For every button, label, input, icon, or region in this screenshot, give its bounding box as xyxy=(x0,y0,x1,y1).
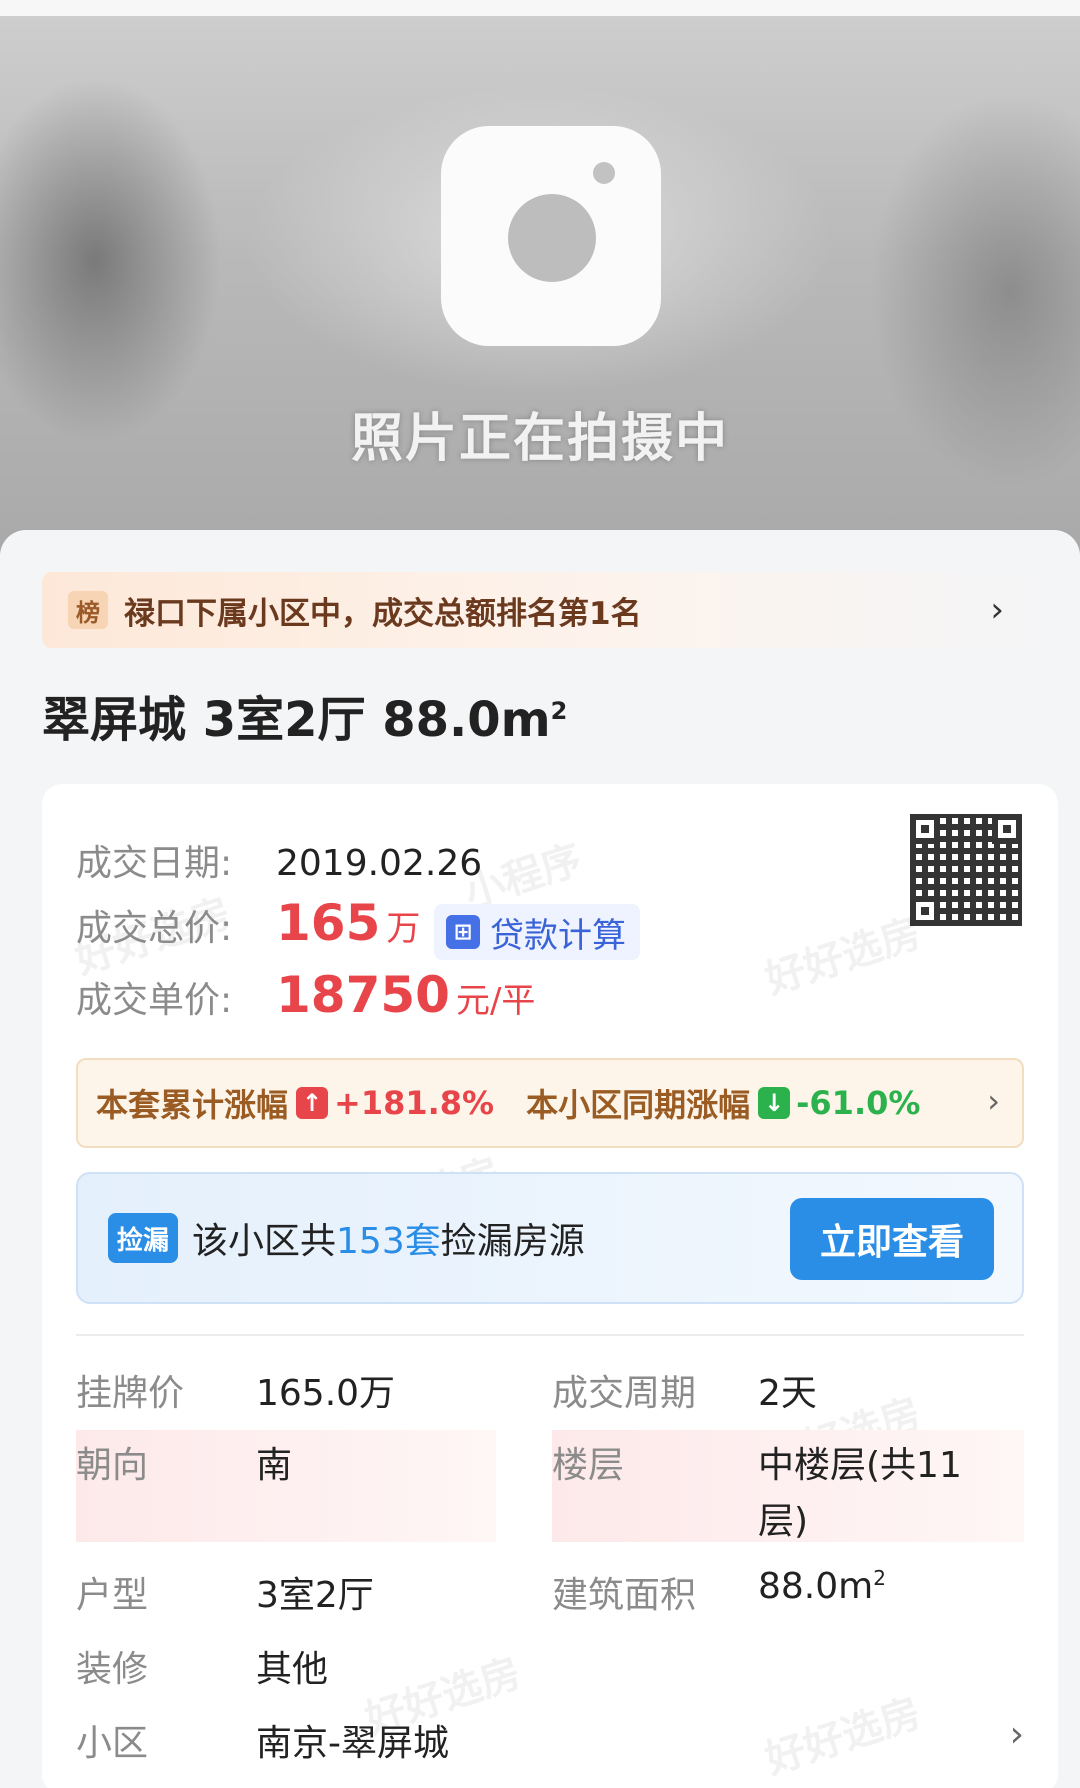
deal-total-unit: 万 xyxy=(386,909,421,949)
deal-info-card: 好好选房 小程序 好好选房 好好选房 好好选房 好好选房 好好选房 成交日期: … xyxy=(42,784,1058,1788)
watermark: 好好选房 xyxy=(760,910,927,1004)
bargain-listings-banner: 捡漏 该小区共153套捡漏房源 立即查看 xyxy=(76,1172,1024,1304)
qr-finder xyxy=(992,814,1022,844)
camera-flash-dot xyxy=(593,162,615,184)
deal-unit-value: 18750 xyxy=(276,966,450,1024)
chevron-right-icon: › xyxy=(987,1082,1000,1120)
bargain-count: 153套 xyxy=(336,1221,441,1262)
deal-total-label: 成交总价: xyxy=(76,908,233,949)
orientation-value: 南 xyxy=(256,1445,293,1486)
listing-price-label: 挂牌价 xyxy=(76,1373,185,1414)
rank-text: 禄口下属小区中，成交总额排名第1名 xyxy=(124,595,642,632)
chevron-right-icon: › xyxy=(1009,1714,1024,1755)
deal-date-label: 成交日期: xyxy=(76,843,233,884)
area-value-text: 88.0m xyxy=(758,1566,874,1607)
orientation-label: 朝向 xyxy=(76,1445,149,1486)
decoration-value: 其他 xyxy=(256,1649,329,1690)
deal-total-row: 成交总价: 165 万 xyxy=(76,894,420,952)
detail-sheet: 榜 禄口下属小区中，成交总额排名第1名 › 翠屏城 3室2厅 88.0m2 好好… xyxy=(0,530,1080,1788)
community-label: 小区 xyxy=(76,1723,149,1764)
deal-date-value: 2019.02.26 xyxy=(276,843,483,884)
photo-placeholder: 照片正在拍摄中 xyxy=(0,0,1080,560)
deal-unit-row: 成交单价: 18750 元/平 xyxy=(76,966,535,1024)
qr-finder xyxy=(910,896,940,926)
bargain-tag: 捡漏 xyxy=(108,1213,178,1263)
camera-icon xyxy=(441,126,661,346)
price-trend-bar[interactable]: 本套累计涨幅 ↑ +181.8% 本小区同期涨幅 ↓ -61.0% › xyxy=(76,1058,1024,1148)
loan-calculator-button[interactable]: ⊞ 贷款计算 xyxy=(434,904,640,960)
bargain-text-suffix: 捡漏房源 xyxy=(440,1221,585,1262)
deal-cycle-value: 2天 xyxy=(758,1373,817,1414)
deal-total-value: 165 xyxy=(276,894,381,952)
divider xyxy=(76,1334,1024,1336)
area-label: 建筑面积 xyxy=(552,1575,697,1616)
chevron-right-icon: › xyxy=(990,590,1004,630)
loan-calculator-label: 贷款计算 xyxy=(490,915,626,956)
decoration-label: 装修 xyxy=(76,1649,149,1690)
deal-cycle-label: 成交周期 xyxy=(552,1373,697,1414)
listing-price-value: 165.0万 xyxy=(256,1373,396,1414)
floor-value-line1: 中楼层(共11 xyxy=(758,1445,962,1486)
rank-tag: 榜 xyxy=(68,591,108,629)
status-strip xyxy=(0,0,1080,16)
rank-banner[interactable]: 榜 禄口下属小区中，成交总额排名第1名 › xyxy=(42,572,1038,648)
floor-value-line2: 层) xyxy=(758,1501,809,1542)
area-value-sup: 2 xyxy=(873,1566,886,1590)
qr-code[interactable] xyxy=(910,814,1022,926)
community-value: 南京-翠屏城 xyxy=(256,1723,449,1764)
deal-date-row: 成交日期: 2019.02.26 xyxy=(76,834,482,886)
house-title: 翠屏城 3室2厅 88.0m2 xyxy=(42,680,567,750)
area-value: 88.0m2 xyxy=(758,1566,886,1607)
house-title-text: 翠屏城 3室2厅 88.0m xyxy=(42,692,551,748)
bargain-text-prefix: 该小区共 xyxy=(192,1221,337,1262)
layout-value: 3室2厅 xyxy=(256,1575,374,1616)
photo-pending-caption: 照片正在拍摄中 xyxy=(350,409,729,469)
deal-unit-unit: 元/平 xyxy=(455,981,536,1021)
floor-label: 楼层 xyxy=(552,1445,625,1486)
bargain-text: 该小区共153套捡漏房源 xyxy=(192,1212,585,1264)
arrow-up-icon: ↑ xyxy=(296,1087,329,1119)
view-now-button[interactable]: 立即查看 xyxy=(790,1198,994,1280)
qr-finder xyxy=(910,814,940,844)
house-title-sup: 2 xyxy=(550,697,568,725)
calculator-icon: ⊞ xyxy=(446,915,480,949)
own-trend-value: +181.8% xyxy=(334,1084,495,1122)
arrow-down-icon: ↓ xyxy=(758,1087,791,1119)
community-trend-value: -61.0% xyxy=(796,1084,921,1122)
own-trend-label: 本套累计涨幅 xyxy=(96,1086,289,1124)
deal-unit-label: 成交单价: xyxy=(76,980,233,1021)
watermark: 好好选房 xyxy=(760,1690,927,1784)
layout-label: 户型 xyxy=(76,1575,149,1616)
camera-lens xyxy=(508,194,596,282)
community-trend-label: 本小区同期涨幅 xyxy=(526,1086,751,1124)
